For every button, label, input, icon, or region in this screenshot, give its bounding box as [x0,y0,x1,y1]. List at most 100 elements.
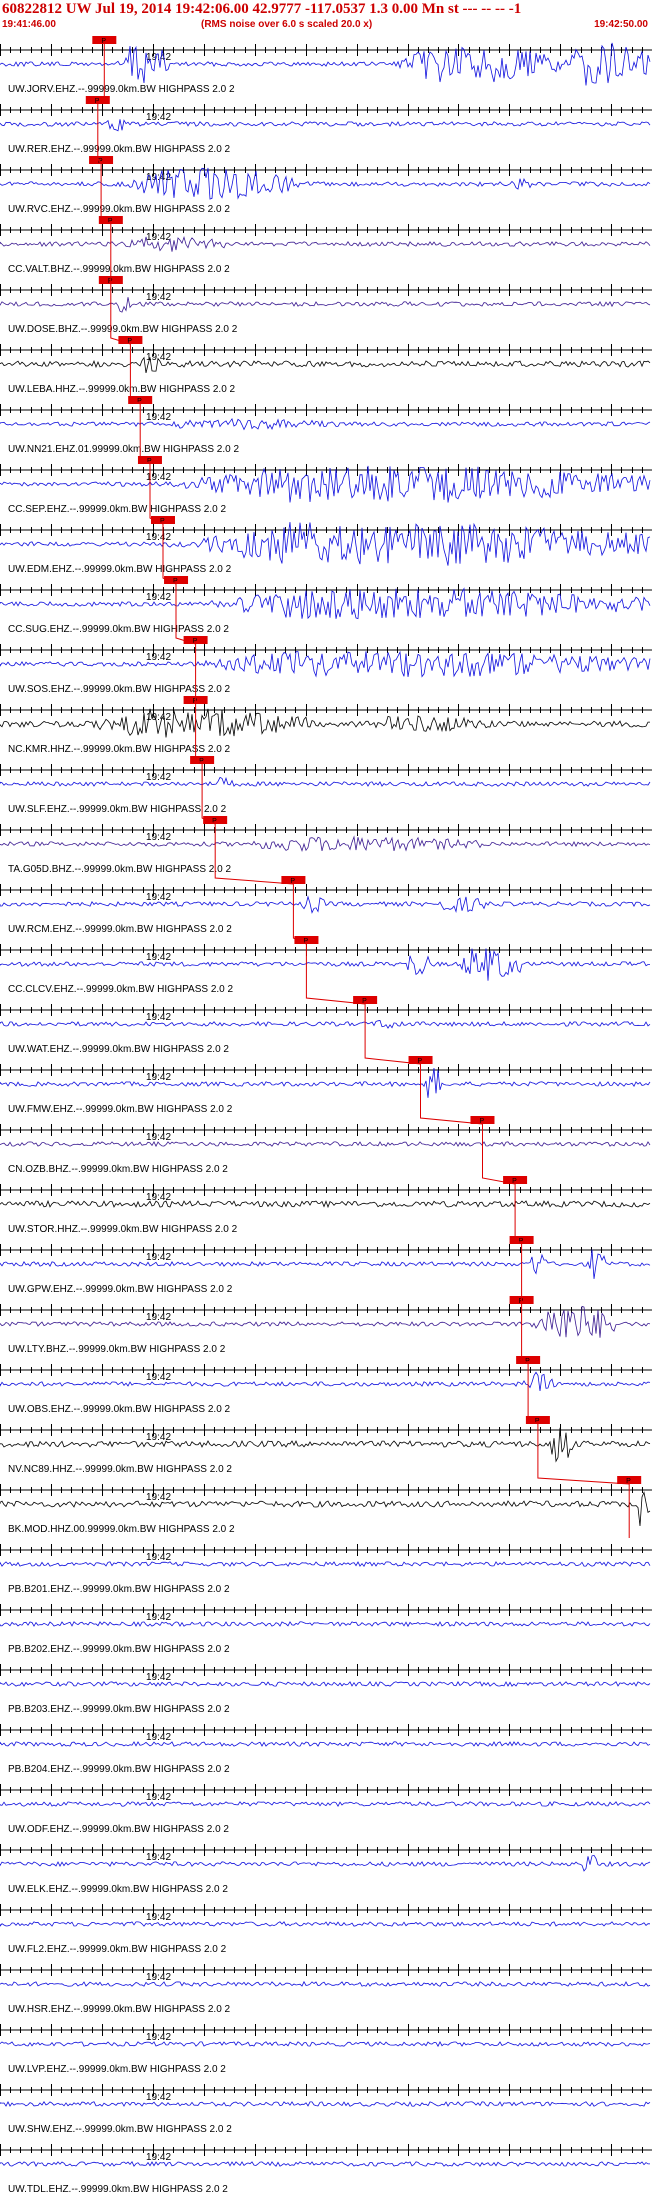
trace-row: 19:42 UW.WAT.EHZ.--.99999.0km.BW HIGHPASS… [0,996,652,1055]
trace-row: 19:42 UW.SOS.EHZ.--.99999.0km.BW HIGHPASS… [0,636,652,695]
axis-tick-label: 19:42 [146,412,171,423]
trace-row: 19:42 PB.B201.EHZ.--.99999.0km.BW HIGHPAS… [0,1544,652,1595]
trace-label: UW.FL2.EHZ.--.99999.0km.BW HIGHPASS 2.0 … [8,1944,227,1955]
waveform-trace [0,1980,651,1987]
trace-label: CC.SEP.EHZ.--.99999.0km.BW HIGHPASS 2.0 … [8,504,226,515]
trace-row: 19:42UW.RVC.EHZ.--.99999.0km.BW HIGHPASS… [0,156,652,215]
trace-row: 19:42 UW.SLF.EHZ.--.99999.0km.BW HIGHPASS… [0,756,652,815]
waveform-trace [0,895,651,914]
waveform-trace [0,356,651,373]
waveform-trace [0,2100,651,2107]
trace-row: 19:42 PB.B203.EHZ.--.99999.0km.BW HIGHPAS… [0,1664,652,1715]
trace-label: UW.HSR.EHZ.--.99999.0km.BW HIGHPASS 2.0 … [8,2004,231,2015]
trace-row: 19:42 CC.VALT.BHZ.--.99999.0km.BW HIGHPAS… [0,216,652,275]
waveform-trace [0,650,651,678]
trace-label: UW.OBS.EHZ.--.99999.0km.BW HIGHPASS 2.0 … [8,1404,231,1415]
axis-tick-label: 19:42 [146,1432,171,1443]
axis-tick-label: 19:42 [146,652,171,663]
trace-label: NV.NC89.HHZ.--.99999.0km.BW HIGHPASS 2.0… [8,1464,232,1475]
trace-label: UW.GPW.EHZ.--.99999.0km.BW HIGHPASS 2.0 … [8,1284,233,1295]
axis-tick-label: 19:42 [146,1972,171,1983]
trace-row: 19:42 PB.B204.EHZ.--.99999.0km.BW HIGHPAS… [0,1724,652,1775]
axis-tick-label: 19:42 [146,892,171,903]
waveform-trace [0,1921,651,1927]
scale-note: (RMS noise over 6.0 s scaled 20.0 x) [201,19,373,30]
waveform-trace [0,1681,651,1687]
waveform-trace [0,42,651,86]
waveform-trace [0,1491,651,1527]
end-time: 19:42:50.00 [594,19,648,30]
trace-row: 19:42 UW.FMW.EHZ.--.99999.0km.BW HIGHPASS… [0,1056,652,1115]
axis-tick-label: 19:42 [146,832,171,843]
axis-tick-label: 19:42 [146,712,171,723]
axis-tick-label: 19:42 [146,1852,171,1863]
trace-label: PB.B203.EHZ.--.99999.0km.BW HIGHPASS 2.0… [8,1704,230,1715]
trace-label: CC.SUG.EHZ.--.99999.0km.BW HIGHPASS 2.0 … [8,624,229,635]
waveform-trace [0,1621,651,1628]
seismogram-plot: 19:42 UW.JORV.EHZ.--.99999.0km.BW HIGHPAS… [0,36,652,2195]
waveform-trace [0,1801,651,1808]
axis-tick-label: 19:42 [146,2152,171,2163]
trace-label: UW.DOSE.BHZ.--.99999.0km.BW HIGHPASS 2.0… [8,324,238,335]
trace-row: 19:42 PB.B202.EHZ.--.99999.0km.BW HIGHPAS… [0,1604,652,1655]
trace-row: 19:42 NC.KMR.HHZ.--.99999.0km.BW HIGHPASS… [0,696,652,755]
trace-label: UW.SHW.EHZ.--.99999.0km.BW HIGHPASS 2.0 … [8,2124,232,2135]
trace-label: UW.FMW.EHZ.--.99999.0km.BW HIGHPASS 2.0 … [8,1104,233,1115]
trace-label: UW.LEBA.HHZ.--.99999.0km.BW HIGHPASS 2.0… [8,384,236,395]
waveform-trace [0,948,650,981]
trace-label: UW.RVC.EHZ.--.99999.0km.BW HIGHPASS 2.0 … [8,204,230,215]
axis-tick-label: 19:42 [146,592,171,603]
trace-row: 19:42 CC.SUG.EHZ.--.99999.0km.BW HIGHPASS… [0,576,652,635]
trace-row: 19:42 UW.ODF.EHZ.--.99999.0km.BW HIGHPASS… [0,1784,652,1835]
trace-label: PB.B202.EHZ.--.99999.0km.BW HIGHPASS 2.0… [8,1644,230,1655]
trace-row: 19:42UW.STOR.HHZ.--.99999.0km.BW HIGHPAS… [0,1176,652,1235]
waveform-trace [0,2161,650,2167]
axis-tick-label: 19:42 [146,1072,171,1083]
axis-tick-label: 19:42 [146,1312,171,1323]
axis-tick-label: 19:42 [146,1012,171,1023]
trace-row: 19:42 UW.GPW.EHZ.--.99999.0km.BW HIGHPASS… [0,1236,652,1295]
axis-tick-label: 19:42 [146,2092,171,2103]
waveform-trace [0,1854,651,1872]
trace-row: 19:42UW.LEBA.HHZ.--.99999.0km.BW HIGHPAS… [0,336,652,395]
plot-header: 60822812 UW Jul 19, 2014 19:42:06.00 42.… [0,0,652,32]
trace-row: 19:42 UW.LVP.EHZ.--.99999.0km.BW HIGHPASS… [0,2024,652,2075]
waveform-trace [0,1427,651,1463]
waveform-trace [0,1561,651,1567]
trace-row: 19:42 UW.LTY.BHZ.--.99999.0km.BW HIGHPASS… [0,1296,652,1355]
waveform-trace [0,1068,651,1098]
trace-label: UW.RCM.EHZ.--.99999.0km.BW HIGHPASS 2.0 … [8,924,232,935]
waveform-trace [0,1305,651,1338]
trace-row: 19:42 UW.SHW.EHZ.--.99999.0km.BW HIGHPASS… [0,2084,652,2135]
trace-row: 19:42 UW.ELK.EHZ.--.99999.0km.BW HIGHPASS… [0,1844,652,1895]
trace-row: 19:42 UW.TDL.EHZ.--.99999.0km.BW HIGHPASS… [0,2144,652,2195]
waveform-trace [0,1020,651,1029]
axis-tick-label: 19:42 [146,1132,171,1143]
trace-label: CC.VALT.BHZ.--.99999.0km.BW HIGHPASS 2.0… [8,264,230,275]
trace-row: 19:42 CN.OZB.BHZ.--.99999.0km.BW HIGHPASS… [0,1116,652,1175]
trace-row: 19:42 TA.G05D.BHZ.--.99999.0km.BW HIGHPAS… [0,816,652,875]
trace-label: UW.JORV.EHZ.--.99999.0km.BW HIGHPASS 2.0… [8,84,235,95]
trace-row: 19:42UW.JORV.EHZ.--.99999.0km.BW HIGHPAS… [0,36,652,95]
trace-label: CC.CLCV.EHZ.--.99999.0km.BW HIGHPASS 2.0… [8,984,234,995]
axis-tick-label: 19:42 [146,1672,171,1683]
trace-label: UW.ELK.EHZ.--.99999.0km.BW HIGHPASS 2.0 … [8,1884,228,1895]
waveform-trace [0,2040,651,2048]
trace-label: UW.LVP.EHZ.--.99999.0km.BW HIGHPASS 2.0 … [8,2064,226,2075]
waveform-trace [0,776,651,787]
trace-label: PB.B204.EHZ.--.99999.0km.BW HIGHPASS 2.0… [8,1764,230,1775]
waveform-trace [0,835,651,852]
trace-label: UW.RER.EHZ.--.99999.0km.BW HIGHPASS 2.0 … [8,144,231,155]
trace-label: UW.TDL.EHZ.--.99999.0km.BW HIGHPASS 2.0 … [8,2184,228,2195]
trace-row: 19:42 UW.HSR.EHZ.--.99999.0km.BW HIGHPASS… [0,1964,652,2015]
trace-label: CN.OZB.BHZ.--.99999.0km.BW HIGHPASS 2.0 … [8,1164,228,1175]
trace-row: 19:42 UW.RCM.EHZ.--.99999.0km.BW HIGHPASS… [0,876,652,935]
trace-label: UW.SLF.EHZ.--.99999.0km.BW HIGHPASS 2.0 … [8,804,227,815]
trace-label: UW.LTY.BHZ.--.99999.0km.BW HIGHPASS 2.0 … [8,1344,226,1355]
waveform-trace [0,587,651,620]
trace-label: UW.WAT.EHZ.--.99999.0km.BW HIGHPASS 2.0 … [8,1044,229,1055]
trace-row: 19:42 UW.NN21.EHZ.01.99999.0km.BW HIGHPAS… [0,396,652,455]
trace-row: 19:42 UW.DOSE.BHZ.--.99999.0km.BW HIGHPAS… [0,276,652,335]
axis-tick-label: 19:42 [146,1552,171,1563]
axis-tick-label: 19:42 [146,2032,171,2043]
